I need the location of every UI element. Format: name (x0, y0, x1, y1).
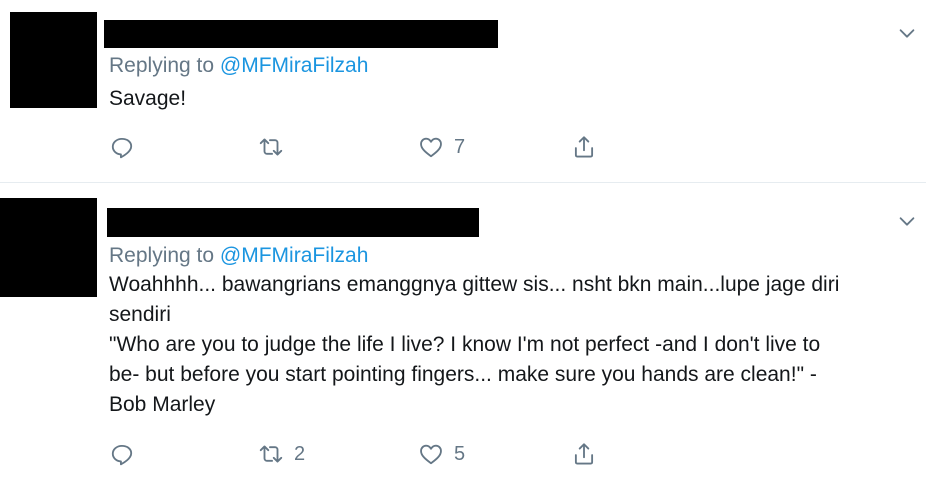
reply-button[interactable] (109, 132, 135, 162)
replying-to: Replying to @MFMiraFilzah (109, 243, 368, 269)
retweet-button[interactable] (258, 132, 294, 162)
tweet-text-line: Savage! (109, 87, 187, 110)
tweet-text-line: "Who are you to judge the life I live? I… (109, 333, 821, 356)
retweet-icon (258, 134, 284, 160)
tweet-text-line: sendiri (109, 303, 171, 326)
share-icon (571, 134, 597, 160)
replying-to: Replying to @MFMiraFilzah (109, 53, 368, 79)
share-button[interactable] (571, 439, 597, 469)
retweet-button[interactable]: 2 (258, 439, 305, 469)
tweet-text-line: be- but before you start pointing finger… (109, 363, 817, 386)
like-button[interactable]: 7 (418, 132, 465, 162)
reply-button[interactable] (109, 439, 135, 469)
redacted-username (104, 20, 498, 48)
avatar[interactable] (10, 12, 97, 108)
chevron-down-icon[interactable] (896, 22, 918, 44)
retweet-icon (258, 441, 284, 467)
replying-to-label: Replying to (109, 244, 220, 267)
like-count: 5 (454, 443, 466, 465)
tweet-actions: 7 (0, 132, 926, 162)
like-button[interactable]: 5 (418, 439, 465, 469)
tweet-reply[interactable]: Replying to @MFMiraFilzah Woahhhh... baw… (0, 183, 926, 488)
tweet-text: Savage! (109, 84, 914, 114)
retweet-count: 2 (294, 443, 306, 465)
mention-link[interactable]: @MFMiraFilzah (220, 54, 369, 77)
mention-link[interactable]: @MFMiraFilzah (220, 244, 369, 267)
share-button[interactable] (571, 132, 597, 162)
tweet-text-line: Bob Marley (109, 393, 216, 416)
reply-icon (109, 134, 135, 160)
replying-to-label: Replying to (109, 54, 220, 77)
share-icon (571, 441, 597, 467)
tweet-text: Woahhhh... bawangrians emanggnya gittew … (109, 270, 914, 420)
heart-icon (418, 441, 444, 467)
tweet-actions: 2 5 (0, 439, 926, 469)
tweet-reply[interactable]: Replying to @MFMiraFilzah Savage! 7 (0, 0, 926, 182)
redacted-username (107, 208, 479, 237)
tweet-reply-list: Replying to @MFMiraFilzah Savage! 7 Repl… (0, 0, 926, 488)
chevron-down-icon[interactable] (896, 210, 918, 232)
tweet-text-line: Woahhhh... bawangrians emanggnya gittew … (109, 273, 840, 296)
heart-icon (418, 134, 444, 160)
reply-icon (109, 441, 135, 467)
avatar[interactable] (0, 198, 97, 297)
like-count: 7 (454, 136, 466, 158)
